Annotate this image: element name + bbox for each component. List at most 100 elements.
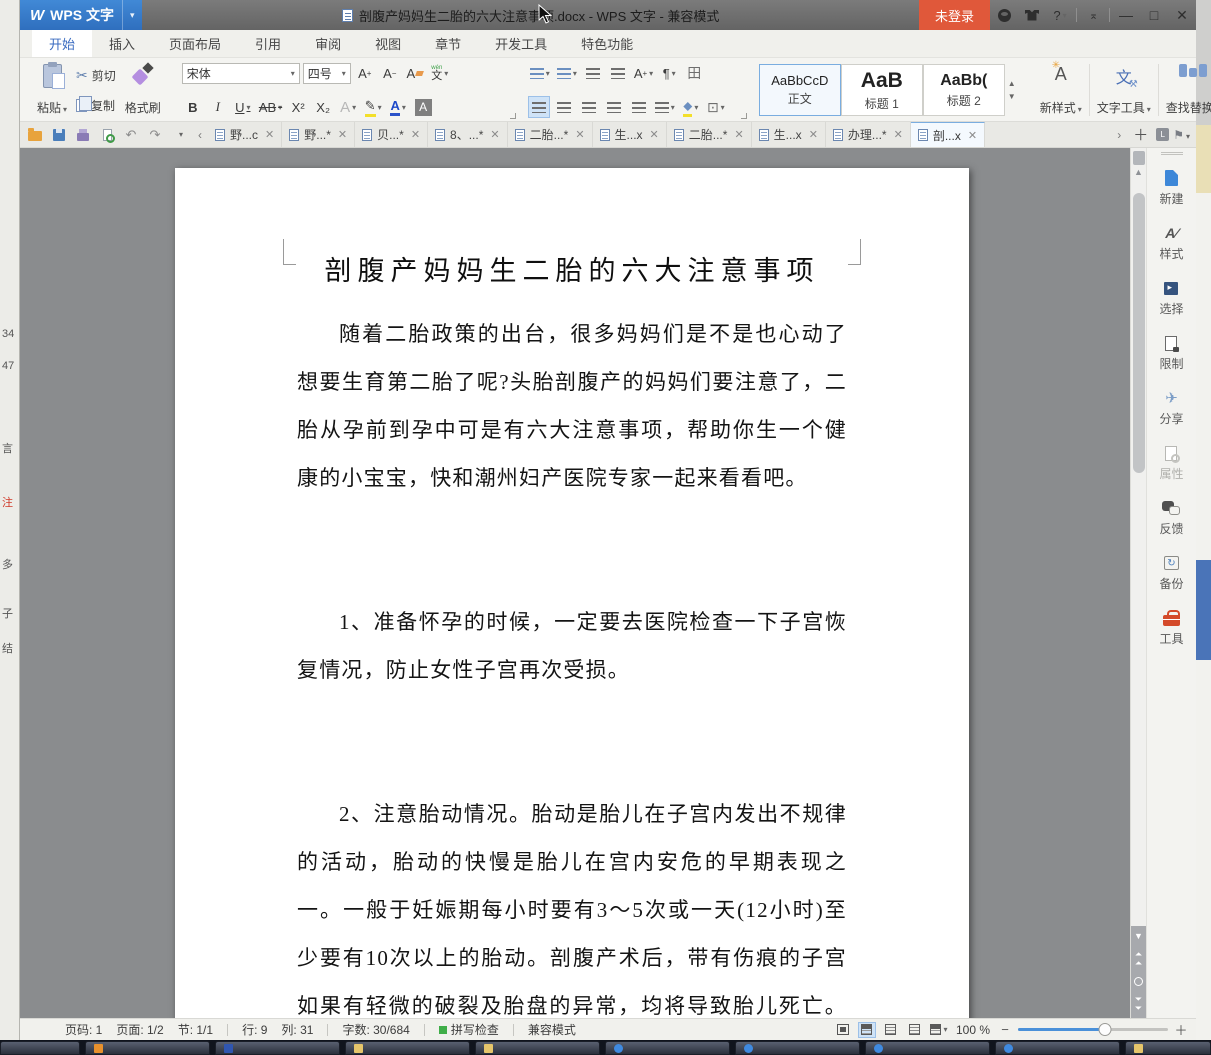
new-tab-button[interactable]: ＋ [1129,124,1152,145]
tab-section[interactable]: 章节 [418,30,478,57]
close-tab-icon[interactable]: ✕ [809,128,818,141]
underline-button[interactable]: U ▾ [232,96,254,118]
taskbar-button[interactable] [735,1041,860,1055]
paragraph-dialog-launcher[interactable] [740,113,747,119]
document-canvas[interactable]: 剖腹产妈妈生二胎的六大注意事项 随着二胎政策的出台，很多妈妈们是不是也心动了想要… [20,148,1130,1018]
doc-tab[interactable]: 办理...* ✕ [826,122,911,147]
find-replace-button[interactable]: 查找替换▾ [1161,62,1211,118]
decrease-indent-button[interactable] [582,62,604,84]
style-heading2[interactable]: AaBb( 标题 2 [922,64,1005,116]
collapse-ribbon-button[interactable]: ⌅ [1079,0,1107,30]
tab-page-layout[interactable]: 页面布局 [152,30,238,57]
doc-tab[interactable]: 生...x ✕ [593,122,667,147]
align-left-button[interactable] [527,96,550,118]
doc-tab[interactable]: 二胎...* ✕ [508,122,593,147]
copy-button[interactable]: 复制 [72,92,120,118]
scrollbar-thumb[interactable] [1133,193,1145,473]
paragraph[interactable]: 2、注意胎动情况。胎动是胎儿在子宫内发出不规律的活动，胎动的快慢是胎儿在宫内安危… [297,790,847,1018]
styles-scroll-up[interactable]: ▲ [1008,79,1016,88]
line-spacing-button[interactable]: ▾ [653,96,677,118]
tab-special-features[interactable]: 特色功能 [564,30,650,57]
new-style-button[interactable]: ✳ A 新样式 ▾ [1035,60,1087,118]
close-tab-icon[interactable]: ✕ [650,128,659,141]
taskbar-button[interactable] [475,1041,600,1055]
doc-tab[interactable]: 贝...* ✕ [355,122,429,147]
view-tools-button[interactable]: ▾ [930,1022,948,1038]
sidebar-item-share[interactable]: ✈ 分享 [1159,389,1183,427]
sidebar-item-tools[interactable]: 工具 [1159,609,1184,647]
previous-page-button[interactable]: ⏶ ⏶ [1135,950,1142,968]
chevron-down-icon[interactable]: ▾ [121,0,134,30]
web-view-button[interactable] [906,1022,924,1038]
sidebar-item-new[interactable]: 新建 [1159,169,1184,207]
increase-font-button[interactable]: A + [354,62,376,84]
paragraph[interactable]: 1、准备怀孕的时候，一定要去医院检查一下子宫恢复情况，防止女性子宫再次受损。 [297,598,847,694]
close-tab-icon[interactable]: ✕ [338,128,347,141]
close-tab-icon[interactable]: ✕ [490,128,499,141]
doc-tab[interactable]: 野...c ✕ [208,122,283,147]
zoom-out-button[interactable]: − [998,1022,1012,1037]
sidebar-item-backup[interactable]: ↻ 备份 [1159,554,1184,592]
sidebar-item-restrict[interactable]: 限制 [1159,334,1184,372]
font-family-combobox[interactable]: 宋体 ▾ [181,62,300,84]
sidebar-item-feedback[interactable]: 反馈 [1159,499,1184,537]
taskbar-button[interactable] [0,1041,80,1055]
paste-button[interactable]: 粘贴 ▾ [32,62,72,118]
taskbar-button[interactable] [85,1041,210,1055]
font-size-combobox[interactable]: 四号 ▾ [302,62,351,84]
vertical-scrollbar[interactable]: ▲ ▼ ⏶ ⏶ ⏷ ⏷ [1130,148,1146,1018]
open-button[interactable] [24,123,46,147]
text-tool-button[interactable]: 文 ⚒ 文字工具 ▾ [1092,62,1156,118]
status-section[interactable]: 节: 1/1 [178,1021,213,1038]
tab-references[interactable]: 引用 [238,30,298,57]
zoom-in-button[interactable]: ＋ [1174,1020,1188,1039]
switch-window-icon[interactable]: ⚑ ▾ [1173,128,1190,142]
character-shading-button[interactable]: A [412,96,434,118]
superscript-button[interactable]: X² [287,96,309,118]
close-tab-icon[interactable]: ✕ [968,129,977,142]
tabs-scroll-left[interactable]: ‹ [194,128,206,142]
subscript-button[interactable]: X₂ [312,96,334,118]
print-preview-button[interactable] [96,123,118,147]
taskbar-button[interactable] [995,1041,1120,1055]
italic-button[interactable]: I [207,96,229,118]
status-compat-mode[interactable]: 兼容模式 [528,1021,576,1038]
doc-tab[interactable]: 二胎...* ✕ [667,122,752,147]
status-spellcheck[interactable]: 拼写检查 [438,1021,499,1038]
close-tab-icon[interactable]: ✕ [894,128,903,141]
font-color-button[interactable]: A ▾ [387,96,409,118]
status-page-number[interactable]: 页码: 1 [65,1021,102,1038]
bold-button[interactable]: B [182,96,204,118]
strikethrough-button[interactable]: AB ▾ [257,96,284,118]
doc-tab[interactable]: 野...* ✕ [282,122,356,147]
tab-review[interactable]: 审阅 [298,30,358,57]
style-heading1[interactable]: AaB 标题 1 [840,64,923,116]
history-icon[interactable]: L [1156,128,1170,141]
undo-button[interactable]: ↶ [120,123,142,147]
tab-view[interactable]: 视图 [358,30,418,57]
tabs-scroll-right[interactable]: › [1113,128,1125,142]
taskbar-button[interactable] [345,1041,470,1055]
print-button[interactable] [72,123,94,147]
format-painter-button[interactable]: 格式刷 [120,62,166,118]
page-view-button[interactable] [857,1021,876,1038]
document-body[interactable]: 随着二胎政策的出台，很多妈妈们是不是也心动了想要生育第二胎了呢?头胎剖腹产的妈妈… [297,310,847,1018]
taskbar-button[interactable] [215,1041,340,1055]
zoom-level[interactable]: 100 % [956,1023,990,1037]
zoom-slider[interactable] [1018,1023,1168,1036]
cut-button[interactable]: ✂ 剪切 [72,62,120,88]
bullet-list-button[interactable]: ▾ [528,62,552,84]
scrollbar-track[interactable] [1131,177,1146,926]
phonetic-guide-button[interactable]: wén 文 ▾ [429,62,451,84]
doc-tab[interactable]: 8、...* ✕ [428,122,508,147]
member-center-icon[interactable] [990,0,1018,30]
table-grid-button[interactable]: 田 [683,62,705,84]
styles-scroll-down[interactable]: ▼ [1008,92,1016,101]
document-page[interactable]: 剖腹产妈妈生二胎的六大注意事项 随着二胎政策的出台，很多妈妈们是不是也心动了想要… [175,168,969,1018]
align-center-button[interactable] [553,96,575,118]
redo-button[interactable]: ↷ [144,123,166,147]
decrease-font-button[interactable]: A − [379,62,401,84]
close-tab-icon[interactable]: ✕ [265,128,274,141]
wps-menu-button[interactable]: W WPS 文字 ▾ [20,0,143,30]
style-normal[interactable]: AaBbCcD 正文 [758,64,841,116]
